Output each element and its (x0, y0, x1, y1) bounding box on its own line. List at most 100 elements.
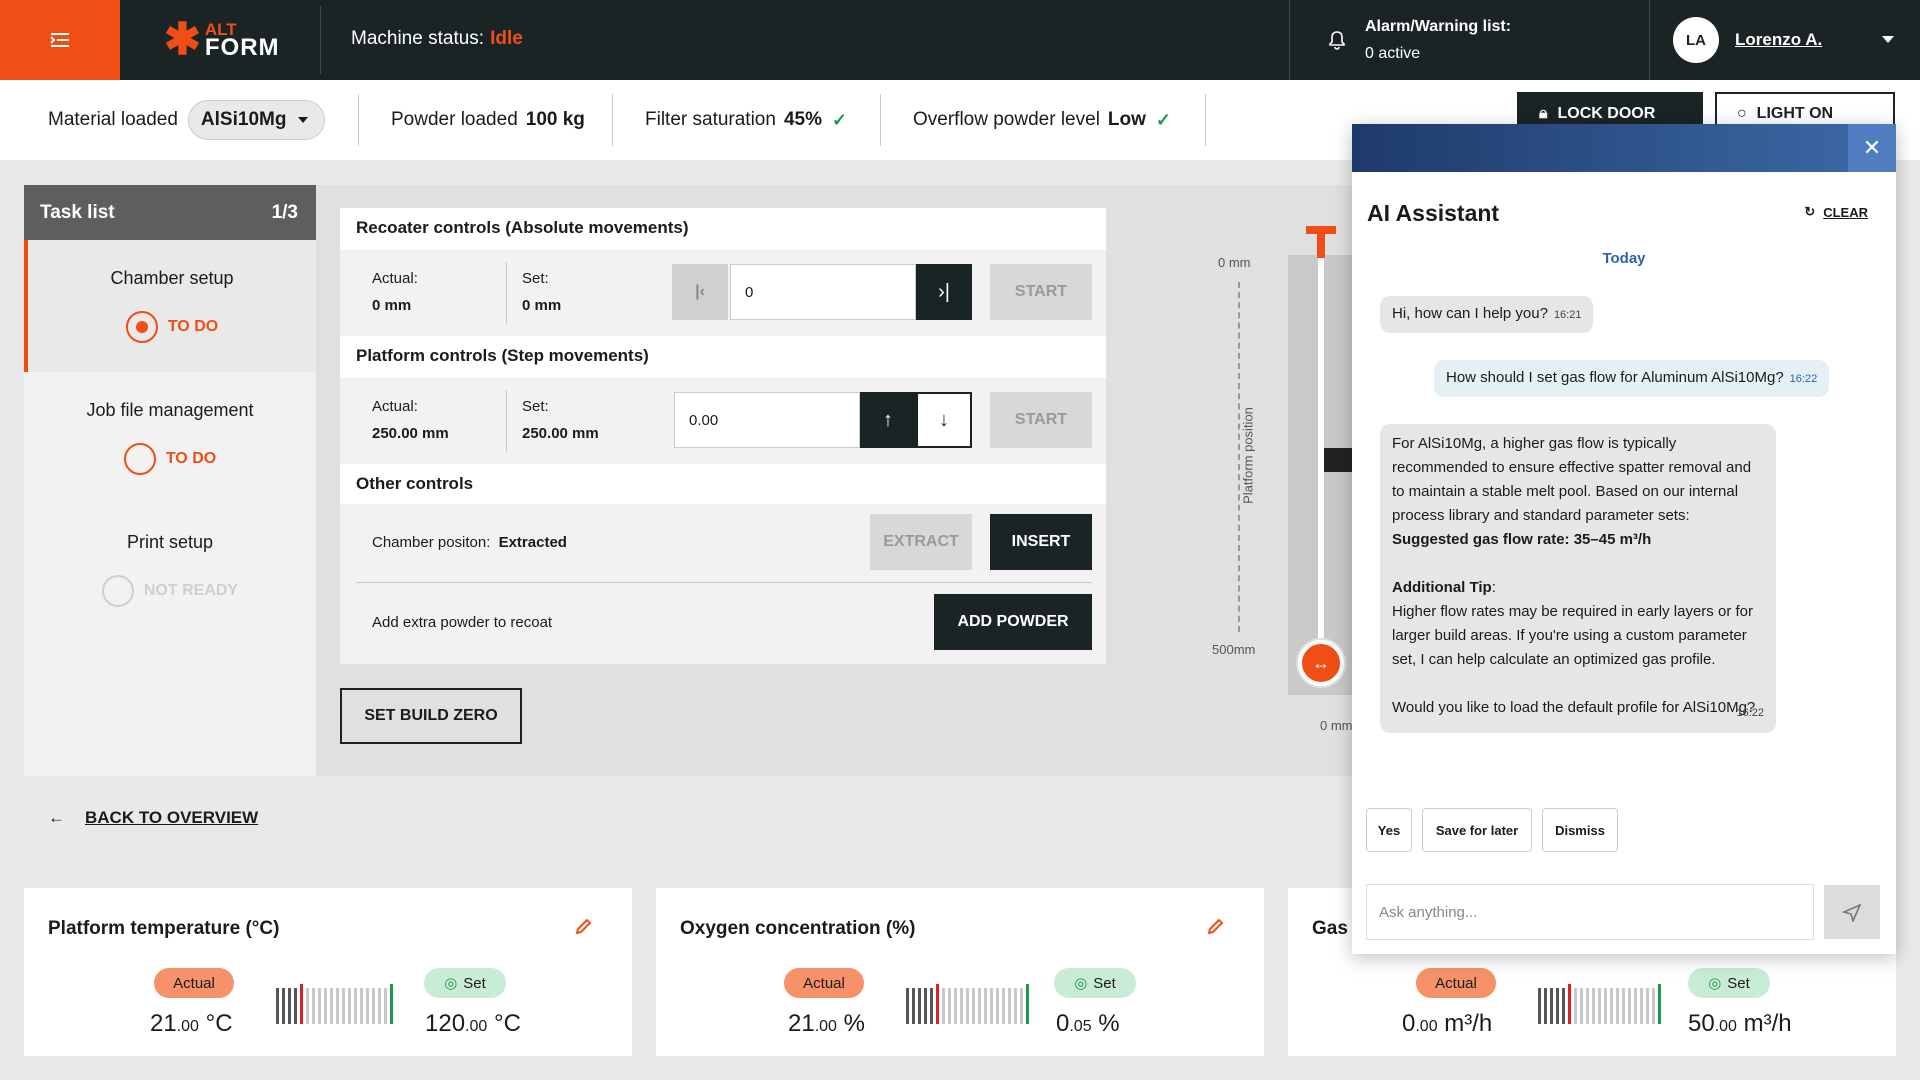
back-label: BACK TO OVERVIEW (85, 808, 259, 827)
divider (506, 390, 507, 452)
user-name[interactable]: Lorenzo A. (1735, 30, 1822, 50)
value-dec: .00 (176, 1018, 199, 1035)
clear-label: CLEAR (1823, 204, 1868, 220)
set-pill: ◎ Set (1054, 968, 1136, 998)
chamber-label: Chamber positon: (372, 534, 491, 551)
set-value: 0.05 % (1056, 1010, 1120, 1038)
chevron-down-icon[interactable] (1882, 36, 1894, 43)
material-select[interactable]: AlSi10Mg (187, 100, 326, 140)
divider (320, 6, 321, 74)
message-text: How should I set gas flow for Aluminum A… (1446, 369, 1784, 386)
ask-input[interactable]: Ask anything... (1366, 884, 1814, 940)
task-state-label: TO DO (167, 318, 219, 335)
task-chamber-setup[interactable]: Chamber setup TO DO (24, 240, 316, 372)
platform-down-button[interactable]: ↓ (916, 392, 972, 448)
radio-selected-icon (125, 311, 158, 343)
user-message: How should I set gas flow for Aluminum A… (1434, 360, 1830, 397)
platform-step-input[interactable]: 0.00 (674, 392, 860, 448)
actual-value: 0 mm (372, 297, 412, 314)
recoater-home-button[interactable]: |‹ (672, 264, 728, 320)
value-unit: % (836, 1010, 865, 1037)
set-label: Set (463, 974, 486, 992)
gauge (906, 984, 1029, 1024)
task-state: TO DO (123, 443, 217, 475)
card-title: Oxygen concentration (%) (680, 918, 916, 939)
insert-button[interactable]: INSERT (990, 514, 1092, 570)
value-dec: .00 (465, 1018, 488, 1035)
user-menu[interactable]: LA Lorenzo A. (1650, 0, 1920, 80)
powder-loaded: Powder loaded 100 kg (391, 80, 585, 160)
recoater-input[interactable]: 0 (730, 264, 916, 320)
set-build-zero-button[interactable]: SET BUILD ZERO (340, 688, 522, 744)
pencil-icon[interactable] (1206, 916, 1226, 941)
task-list-header: Task list 1/3 (24, 185, 316, 240)
close-icon: ✕ (1862, 135, 1882, 160)
task-job-file-management[interactable]: Job file management TO DO (24, 372, 316, 504)
actual-value: 21.00 °C (150, 1010, 233, 1038)
menu-button[interactable] (0, 0, 120, 80)
arrows-horizontal-icon: ↔ (1312, 652, 1330, 673)
value-unit: m³/h (1736, 1010, 1792, 1037)
tip-text: Higher flow rates may be required in ear… (1392, 603, 1753, 668)
clear-button[interactable]: ↻ CLEAR (1804, 204, 1868, 220)
divider (506, 262, 507, 324)
actual-pill: Actual (784, 968, 864, 998)
task-list-fill (24, 636, 316, 776)
recoater-start-button[interactable]: START (990, 264, 1092, 320)
message-time: 16:22 (1789, 373, 1818, 385)
value-dec: .00 (1714, 1018, 1737, 1035)
pencil-icon[interactable] (574, 916, 594, 941)
question-text: Would you like to load the default profi… (1392, 699, 1756, 716)
platform-position-label: Platform position (1240, 407, 1256, 504)
recoater-t-icon[interactable] (1302, 222, 1340, 260)
set-value: 120.00 °C (425, 1010, 521, 1038)
quick-reply-dismiss[interactable]: Dismiss (1542, 808, 1618, 852)
actual-pill: Actual (154, 968, 234, 998)
recoater-end-button[interactable]: ›| (916, 264, 972, 320)
recoater-set: Set: 0 mm (522, 270, 561, 314)
platform-title: Platform controls (Step movements) (356, 346, 649, 365)
set-value: 250.00 mm (522, 425, 599, 442)
overflow-label: Overflow powder level (913, 109, 1100, 130)
chamber-value: Extracted (498, 534, 567, 551)
recoater-title: Recoater controls (Absolute movements) (356, 218, 689, 237)
back-to-overview-link[interactable]: ← BACK TO OVERVIEW (48, 808, 258, 828)
task-print-setup[interactable]: Print setup NOT READY (24, 504, 316, 636)
suggested-rate: Suggested gas flow rate: 35–45 m³/h (1392, 531, 1652, 548)
check-icon: ✓ (1155, 109, 1172, 130)
close-button[interactable]: ✕ (1848, 124, 1896, 172)
oxygen-concentration-card: Oxygen concentration (%) Actual 21.00 % … (656, 888, 1264, 1056)
platform-x-label: 0 mm (1320, 718, 1353, 733)
platform-temperature-card: Platform temperature (°C) Actual 21.00 °… (24, 888, 632, 1056)
skip-forward-icon: ›| (938, 280, 950, 303)
send-button[interactable] (1824, 885, 1880, 939)
add-powder-button[interactable]: ADD POWDER (934, 594, 1092, 650)
filter-saturation: Filter saturation 45% ✓ (645, 80, 847, 160)
divider (880, 94, 881, 146)
ai-panel-header-bar (1352, 124, 1896, 172)
alarm-list[interactable]: Alarm/Warning list: 0 active (1289, 0, 1649, 80)
value-int: 50 (1688, 1010, 1715, 1037)
other-row: Chamber positon: Extracted EXTRACT INSER… (340, 504, 1106, 664)
value-int: 0 (1056, 1010, 1070, 1037)
quick-reply-yes[interactable]: Yes (1366, 808, 1412, 852)
machine-status: Machine status: Idle (351, 28, 523, 50)
task-state-label: NOT READY (143, 582, 239, 599)
platform-start-button[interactable]: START (990, 392, 1092, 448)
actual-label: Actual: (372, 398, 418, 415)
material-value: AlSi10Mg (200, 109, 287, 130)
task-state-label: TO DO (165, 450, 217, 467)
message-text: For AlSi10Mg, a higher gas flow is typic… (1392, 435, 1752, 524)
value-unit: % (1091, 1010, 1120, 1037)
platform-up-button[interactable]: ↑ (860, 392, 916, 448)
set-pill: ◎ Set (1688, 968, 1770, 998)
target-icon: ◎ (1708, 975, 1722, 992)
message-text: Hi, how can I help you? (1392, 305, 1548, 322)
quick-reply-save-for-later[interactable]: Save for later (1422, 808, 1532, 852)
alarm-title: Alarm/Warning list: (1365, 18, 1512, 35)
powder-label: Powder loaded (391, 109, 518, 130)
top-bar: ✱ ALT FORM Machine status: Idle Alarm/Warn… (0, 0, 1920, 80)
extract-button[interactable]: EXTRACT (870, 514, 972, 570)
task-progress: 1/3 (271, 201, 298, 223)
platform-drag-handle[interactable]: ↔ (1298, 640, 1344, 686)
